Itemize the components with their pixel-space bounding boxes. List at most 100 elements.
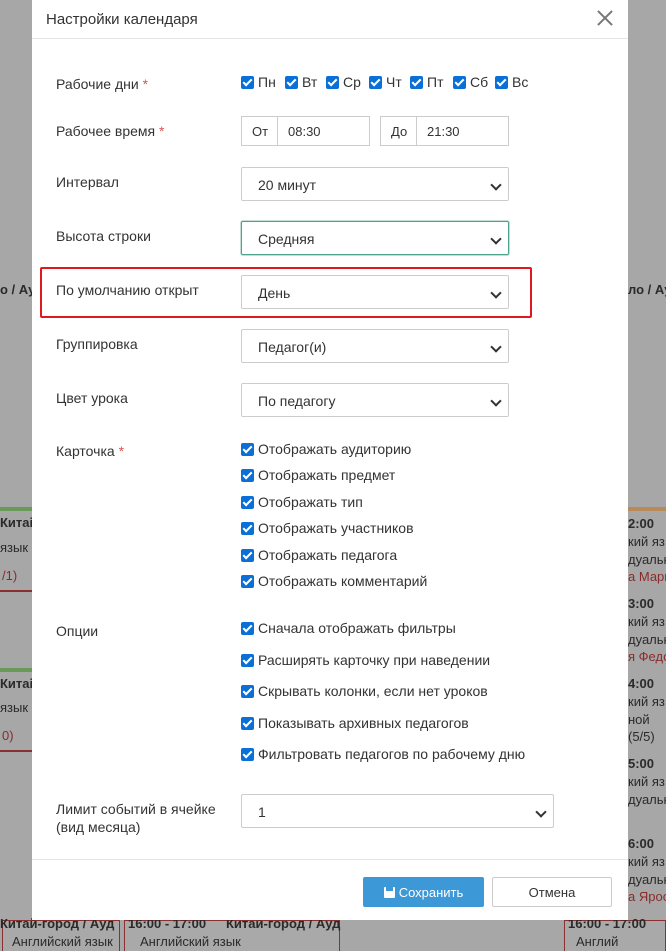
work-time-label: Рабочее время *	[56, 123, 165, 139]
bg-text: (5/5)	[628, 729, 655, 744]
bg-text: дуальн	[628, 632, 666, 647]
event-limit-label: Лимит событий в ячейке (вид месяца)	[56, 801, 216, 835]
card-label: Карточка *	[56, 443, 125, 459]
checkbox-checked-icon	[241, 747, 254, 761]
options-label: Опции	[56, 623, 99, 639]
grouping-select[interactable]: Педагог(и)	[241, 329, 509, 363]
bg-text: 3:00	[628, 596, 655, 611]
bg-text: 5:00	[628, 756, 655, 771]
modal-header: Настройки календаря	[32, 0, 628, 39]
checkbox-checked-icon	[241, 684, 254, 698]
checkbox-card-teacher[interactable]: Отображать педагога	[241, 547, 397, 563]
bg-text: /1)	[2, 568, 18, 583]
bg-text: кий яз	[628, 694, 665, 709]
checkbox-option-archived-teachers[interactable]: Показывать архивных педагогов	[241, 715, 469, 731]
checkbox-card-subject[interactable]: Отображать предмет	[241, 467, 395, 483]
checkbox-checked-icon	[241, 468, 254, 482]
chevron-down-icon	[535, 806, 547, 818]
bg-text: 6:00	[628, 836, 655, 851]
work-days-label: Рабочие дни *	[56, 76, 149, 92]
checkbox-checked-icon	[241, 442, 254, 456]
default-view-select[interactable]: День	[241, 275, 509, 309]
bg-text: Английский язык	[140, 934, 241, 949]
grouping-label: Группировка	[56, 336, 138, 352]
checkbox-checked-icon	[285, 75, 298, 89]
checkbox-checked-icon	[241, 716, 254, 730]
chevron-down-icon	[490, 179, 502, 191]
calendar-bottom-row: Китай-город / Ауд 16:00 - 17:00 Китай-го…	[0, 916, 666, 951]
bg-text: кий яз	[628, 774, 665, 789]
calendar-settings-modal: Настройки календаря Рабочие дни * Пн Вт …	[32, 0, 628, 920]
bg-text: дуальн	[628, 552, 666, 567]
interval-label: Интервал	[56, 174, 119, 190]
checkbox-option-expand-hover[interactable]: Расширять карточку при наведении	[241, 652, 490, 668]
row-height-label: Высота строки	[56, 228, 151, 244]
checkbox-checked-icon	[241, 621, 254, 635]
work-time-to-input[interactable]: До 21:30	[380, 116, 509, 146]
chevron-down-icon	[490, 395, 502, 407]
checkbox-option-hide-empty[interactable]: Скрывать колонки, если нет уроков	[241, 683, 488, 699]
bg-text: кий яз	[628, 854, 665, 869]
to-value: 21:30	[427, 124, 460, 139]
checkbox-day-fri[interactable]: Пт	[410, 74, 443, 90]
checkbox-option-filters-first[interactable]: Сначала отображать фильтры	[241, 620, 456, 636]
bg-text: Английский язык	[12, 934, 113, 949]
checkbox-card-type[interactable]: Отображать тип	[241, 494, 363, 510]
bg-text: Китаі	[0, 515, 32, 530]
checkbox-card-room[interactable]: Отображать аудиторию	[241, 441, 411, 457]
work-time-from-input[interactable]: От 08:30	[241, 116, 370, 146]
bg-text: язык	[0, 540, 29, 555]
save-button[interactable]: Сохранить	[363, 877, 484, 907]
checkbox-checked-icon	[241, 495, 254, 509]
to-prefix: До	[381, 117, 417, 145]
bg-text: ло / Ауд	[628, 282, 666, 297]
checkbox-checked-icon	[241, 75, 254, 89]
bg-text: кий яз	[628, 534, 665, 549]
checkbox-checked-icon	[410, 75, 423, 89]
calendar-right-column: ло / Ауд 2:00 кий яз дуальн а Марг 3:00 …	[628, 0, 666, 951]
bg-text: дуальн	[628, 872, 666, 887]
checkbox-checked-icon	[241, 653, 254, 667]
checkbox-checked-icon	[369, 75, 382, 89]
bg-text: язык	[0, 700, 29, 715]
checkbox-checked-icon	[326, 75, 339, 89]
from-value: 08:30	[288, 124, 321, 139]
bg-text: Китаі	[0, 676, 32, 691]
lesson-color-select[interactable]: По педагогу	[241, 383, 509, 417]
modal-title: Настройки календаря	[46, 11, 198, 28]
modal-footer: Сохранить Отмена	[32, 859, 628, 920]
bg-text: кий яз	[628, 614, 665, 629]
chevron-down-icon	[490, 341, 502, 353]
event-limit-select[interactable]: 1	[241, 794, 554, 828]
bg-text: а Ярос	[628, 889, 666, 904]
lesson-color-label: Цвет урока	[56, 390, 128, 406]
checkbox-card-participants[interactable]: Отображать участников	[241, 520, 414, 536]
checkbox-day-thu[interactable]: Чт	[369, 74, 402, 90]
default-view-label: По умолчанию открыт	[56, 282, 199, 298]
cancel-button[interactable]: Отмена	[492, 877, 612, 907]
bg-text: 2:00	[628, 516, 655, 531]
checkbox-day-sat[interactable]: Сб	[453, 74, 488, 90]
checkbox-day-sun[interactable]: Вс	[495, 74, 528, 90]
row-height-select[interactable]: Средняя	[241, 221, 509, 255]
interval-select[interactable]: 20 минут	[241, 167, 509, 201]
calendar-left-column: о / Ау Китаі язык /1) Китаі язык 0)	[0, 0, 32, 951]
checkbox-checked-icon	[241, 521, 254, 535]
chevron-down-icon	[490, 287, 502, 299]
chevron-down-icon	[490, 233, 502, 245]
checkbox-checked-icon	[241, 574, 254, 588]
bg-text: 4:00	[628, 676, 655, 691]
checkbox-checked-icon	[453, 75, 466, 89]
checkbox-option-filter-workday[interactable]: Фильтровать педагогов по рабочему дню	[241, 746, 525, 762]
checkbox-card-comment[interactable]: Отображать комментарий	[241, 573, 427, 589]
from-prefix: От	[242, 117, 278, 145]
checkbox-checked-icon	[495, 75, 508, 89]
bg-text: 0)	[2, 728, 14, 743]
bg-text: дуальн	[628, 792, 666, 807]
checkbox-day-mon[interactable]: Пн	[241, 74, 276, 90]
checkbox-checked-icon	[241, 548, 254, 562]
checkbox-day-tue[interactable]: Вт	[285, 74, 317, 90]
close-icon[interactable]	[596, 9, 614, 27]
bg-text: ной	[628, 712, 650, 727]
checkbox-day-wed[interactable]: Ср	[326, 74, 361, 90]
